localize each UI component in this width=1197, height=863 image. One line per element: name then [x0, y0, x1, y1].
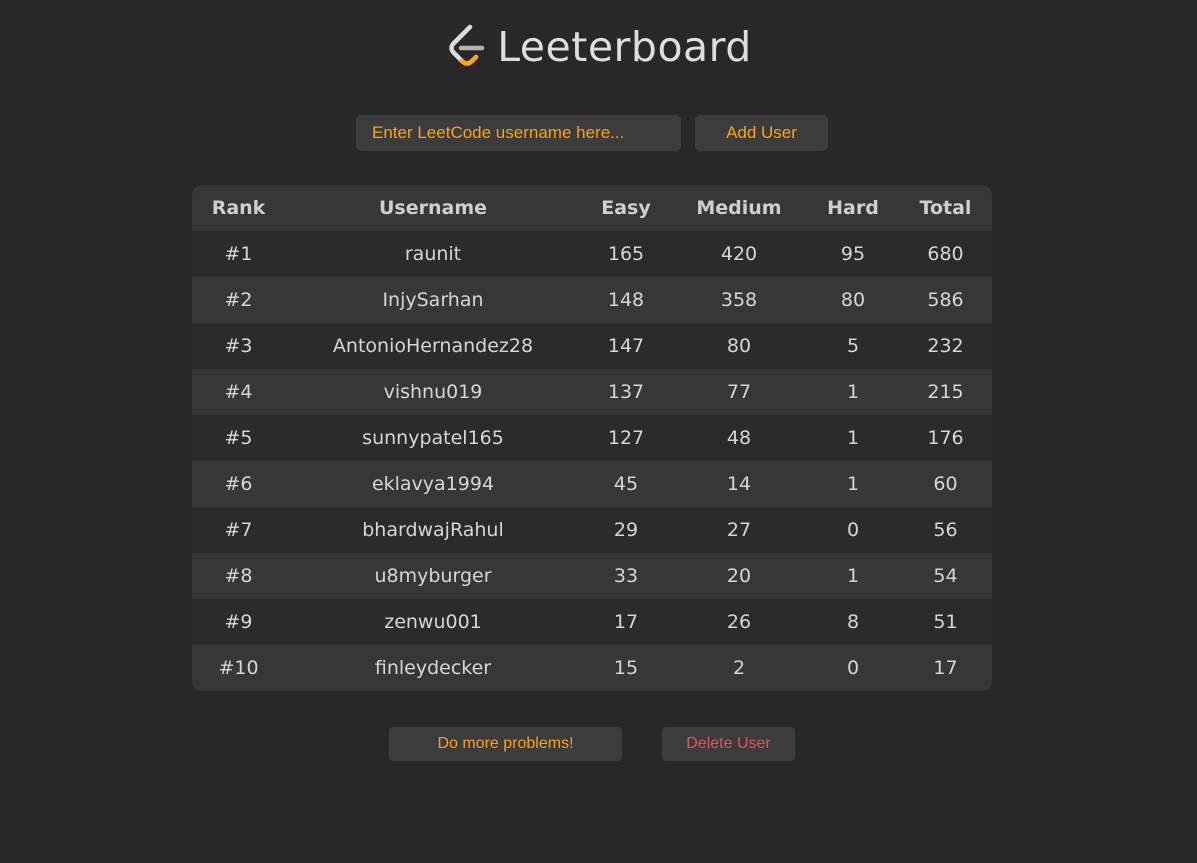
username-cell: sunnypatel165 — [362, 427, 504, 449]
total-cell: 680 — [927, 243, 964, 265]
table-header-row: Rank Username Easy Medium Hard Total — [192, 185, 992, 231]
easy-cell: 33 — [613, 565, 639, 587]
username-cell: zenwu001 — [384, 611, 482, 633]
medium-cell: 420 — [720, 243, 758, 265]
column-header-medium: Medium — [671, 185, 807, 231]
easy-cell: 165 — [607, 243, 645, 265]
table-row: #10 finleydecker 15 2 0 17 — [192, 645, 992, 691]
username-cell: u8myburger — [374, 565, 492, 587]
rank-cell: #9 — [224, 611, 253, 633]
rank-cell: #3 — [224, 335, 253, 357]
username-cell: vishnu019 — [383, 381, 483, 403]
hard-cell: 0 — [846, 657, 860, 679]
easy-cell: 45 — [613, 473, 639, 495]
medium-cell: 27 — [726, 519, 752, 541]
rank-cell: #6 — [224, 473, 253, 495]
total-cell: 176 — [927, 427, 964, 449]
table-row: #8 u8myburger 33 20 1 54 — [192, 553, 992, 599]
table-row: #2 InjySarhan 148 358 80 586 — [192, 277, 992, 323]
username-cell: AntonioHernandez28 — [332, 335, 534, 357]
rank-cell: #10 — [218, 657, 259, 679]
rank-cell: #2 — [224, 289, 253, 311]
total-cell: 17 — [933, 657, 958, 679]
table-row: #4 vishnu019 137 77 1 215 — [192, 369, 992, 415]
total-cell: 586 — [927, 289, 964, 311]
medium-cell: 20 — [726, 565, 752, 587]
medium-cell: 48 — [726, 427, 752, 449]
hard-cell: 1 — [846, 381, 860, 403]
total-cell: 232 — [927, 335, 964, 357]
leetcode-logo-icon — [449, 24, 485, 66]
rank-cell: #5 — [224, 427, 253, 449]
hard-cell: 8 — [846, 611, 860, 633]
leaderboard-table: Rank Username Easy Medium Hard Total #1 … — [192, 185, 992, 691]
hard-cell: 0 — [846, 519, 860, 541]
column-header-rank: Rank — [192, 185, 285, 231]
table-row: #7 bhardwajRahul 29 27 0 56 — [192, 507, 992, 553]
easy-cell: 29 — [613, 519, 639, 541]
column-header-easy: Easy — [581, 185, 671, 231]
page-title: Leeterboard — [497, 23, 752, 71]
total-cell: 54 — [933, 565, 958, 587]
table-row: #9 zenwu001 17 26 8 51 — [192, 599, 992, 645]
delete-user-button[interactable]: Delete User — [662, 727, 795, 761]
total-cell: 56 — [933, 519, 958, 541]
username-cell: raunit — [404, 243, 462, 265]
medium-cell: 14 — [726, 473, 752, 495]
hard-cell: 1 — [846, 565, 860, 587]
rank-cell: #7 — [224, 519, 253, 541]
hard-cell: 5 — [846, 335, 860, 357]
easy-cell: 147 — [607, 335, 645, 357]
hard-cell: 1 — [846, 427, 860, 449]
rank-cell: #4 — [224, 381, 253, 403]
username-cell: finleydecker — [374, 657, 492, 679]
page-header: Leeterboard — [0, 18, 1197, 76]
column-header-total: Total — [899, 185, 992, 231]
hard-cell: 95 — [840, 243, 866, 265]
easy-cell: 127 — [607, 427, 645, 449]
table-row: #3 AntonioHernandez28 147 80 5 232 — [192, 323, 992, 369]
medium-cell: 77 — [726, 381, 752, 403]
column-header-username: Username — [285, 185, 581, 231]
hard-cell: 80 — [840, 289, 866, 311]
easy-cell: 148 — [607, 289, 645, 311]
rank-cell: #8 — [224, 565, 253, 587]
table-row: #5 sunnypatel165 127 48 1 176 — [192, 415, 992, 461]
total-cell: 60 — [933, 473, 958, 495]
easy-cell: 15 — [613, 657, 639, 679]
column-header-hard: Hard — [807, 185, 899, 231]
username-input[interactable] — [356, 115, 681, 151]
do-more-problems-button[interactable]: Do more problems! — [389, 727, 622, 761]
hard-cell: 1 — [846, 473, 860, 495]
username-cell: eklavya1994 — [371, 473, 495, 495]
medium-cell: 80 — [726, 335, 752, 357]
medium-cell: 2 — [732, 657, 746, 679]
footer-actions: Do more problems! Delete User — [0, 727, 1197, 761]
easy-cell: 137 — [607, 381, 645, 403]
rank-cell: #1 — [224, 243, 253, 265]
add-user-button[interactable]: Add User — [695, 115, 828, 151]
table-row: #6 eklavya1994 45 14 1 60 — [192, 461, 992, 507]
leaderboard-page: Leeterboard Add User Rank Username Easy … — [0, 0, 1197, 863]
easy-cell: 17 — [613, 611, 639, 633]
total-cell: 215 — [927, 381, 964, 403]
total-cell: 51 — [933, 611, 958, 633]
username-cell: bhardwajRahul — [362, 519, 504, 541]
username-cell: InjySarhan — [382, 289, 484, 311]
medium-cell: 26 — [726, 611, 752, 633]
medium-cell: 358 — [720, 289, 758, 311]
table-row: #1 raunit 165 420 95 680 — [192, 231, 992, 277]
